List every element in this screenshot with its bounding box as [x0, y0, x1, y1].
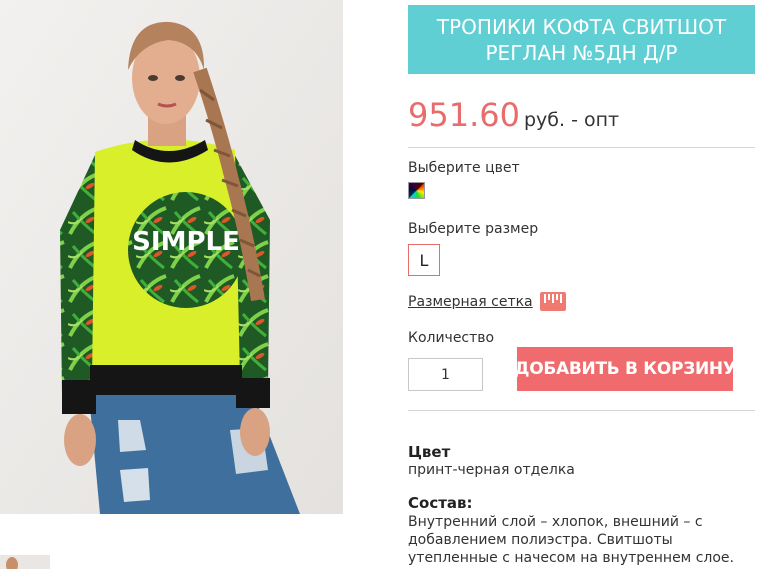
- size-chart-link[interactable]: Размерная сетка: [408, 294, 533, 310]
- quantity-label: Количество: [408, 330, 495, 346]
- add-to-cart-button[interactable]: ДОБАВИТЬ В КОРЗИНУ: [514, 347, 736, 391]
- product-photo[interactable]: SIMPLE: [0, 0, 343, 514]
- thumbnail-image: [6, 557, 18, 569]
- spec-color-title: Цвет: [408, 443, 451, 461]
- price-value: 951.60: [408, 96, 520, 134]
- size-label: Выберите размер: [408, 221, 539, 237]
- spec-color-value: принт-черная отделка: [408, 462, 575, 478]
- size-option-l[interactable]: L: [408, 244, 440, 276]
- divider: [408, 410, 755, 411]
- spec-composition-text: Внутренний слой – хлопок, внешний – с до…: [408, 514, 734, 566]
- print-text: SIMPLE: [132, 227, 240, 257]
- quantity-input[interactable]: [408, 358, 483, 391]
- divider: [408, 147, 755, 148]
- spec-composition-title: Состав:: [408, 494, 473, 512]
- price-row: 951.60 руб. - опт: [408, 96, 619, 134]
- multicolor-swatch-icon[interactable]: [408, 182, 425, 199]
- price-suffix: руб. - опт: [523, 109, 620, 131]
- product-title: ТРОПИКИ КОФТА СВИТШОТ РЕГЛАН №5ДН Д/Р: [408, 5, 755, 74]
- ruler-icon[interactable]: [540, 292, 566, 311]
- product-thumbnail[interactable]: [0, 555, 50, 569]
- color-label: Выберите цвет: [408, 160, 520, 176]
